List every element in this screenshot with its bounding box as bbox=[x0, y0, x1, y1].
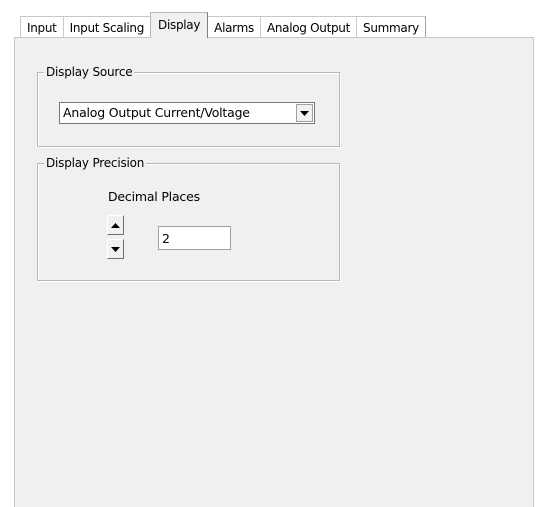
properties-window: Input Input Scaling Display Alarms Analo… bbox=[0, 0, 547, 507]
display-source-group: Display Source Analog Output Current/Vol… bbox=[37, 64, 340, 147]
tab-alarms[interactable]: Alarms bbox=[207, 16, 261, 38]
chevron-down-icon bbox=[300, 110, 309, 116]
display-precision-group: Display Precision Decimal Places bbox=[37, 155, 340, 281]
decimal-places-label: Decimal Places bbox=[108, 189, 200, 204]
triangle-up-icon bbox=[111, 222, 120, 228]
tab-analog-output[interactable]: Analog Output bbox=[259, 16, 357, 38]
display-source-title: Display Source bbox=[44, 64, 135, 80]
tab-summary[interactable]: Summary bbox=[356, 16, 426, 38]
display-source-selected-value: Analog Output Current/Voltage bbox=[63, 105, 250, 120]
display-precision-title: Display Precision bbox=[44, 155, 147, 171]
tab-input-scaling[interactable]: Input Scaling bbox=[62, 16, 152, 38]
tab-input[interactable]: Input bbox=[20, 16, 64, 38]
decimal-places-spin-down-button[interactable] bbox=[107, 239, 124, 259]
display-source-dropdown-button[interactable] bbox=[296, 104, 313, 122]
triangle-down-icon bbox=[111, 246, 120, 252]
tab-strip: Input Input Scaling Display Alarms Analo… bbox=[20, 12, 426, 38]
decimal-places-input[interactable] bbox=[158, 226, 231, 250]
display-source-select[interactable]: Analog Output Current/Voltage bbox=[59, 102, 315, 124]
display-tab-panel: Display Source Analog Output Current/Vol… bbox=[14, 37, 534, 507]
tab-display[interactable]: Display bbox=[150, 12, 209, 38]
decimal-places-spin-up-button[interactable] bbox=[107, 215, 124, 235]
